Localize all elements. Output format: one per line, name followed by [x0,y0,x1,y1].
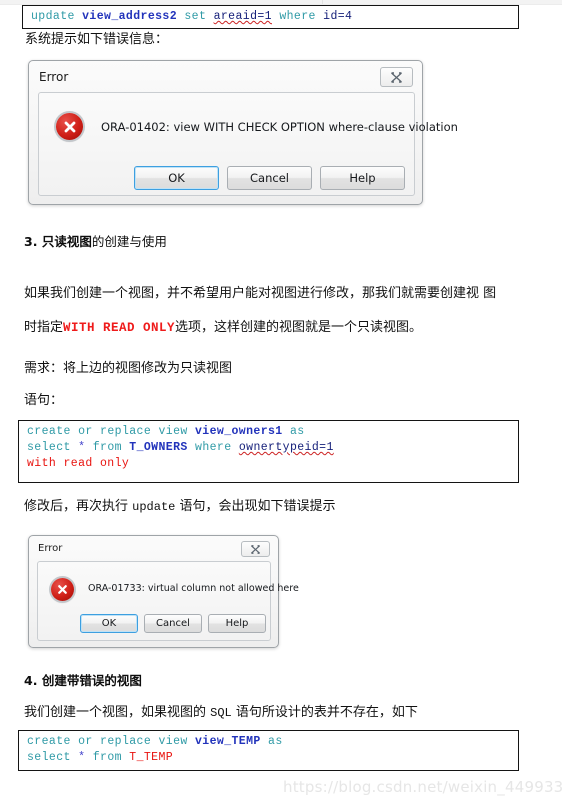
code3-replace: replace [100,735,152,748]
dialog1-ok-button[interactable]: OK [134,166,219,190]
section-3-number: 3. [24,234,38,249]
dialog2-message: ORA-01733: virtual column not allowed he… [88,583,299,594]
error-dialog-1[interactable]: Error ORA-01402: view WITH CHECK OPTION … [28,60,458,205]
code2-replace: replace [100,425,152,438]
code3-view-name: view_TEMP [195,735,261,748]
paragraph-after-modify: 修改后，再次执行 update 语句，会出现如下错误提示 [24,498,336,516]
code3-select: select [27,751,71,764]
code3-from: from [92,751,122,764]
code3-star: * [78,751,86,764]
dialog1-body: ORA-01402: view WITH CHECK OPTION where-… [38,92,458,196]
dialog2-title: Error [38,543,63,554]
paragraph-readonly-line1: 如果我们创建一个视图，并不希望用户能对视图进行修改，那我们就需要创建视 图 [24,286,497,301]
dialog1-cancel-button[interactable]: Cancel [227,166,312,190]
code-token-set: set [184,10,207,23]
paragraph-readonly-line2: 时指定WITH READ ONLY选项，这样创建的视图就是一个只读视图。 [24,319,422,337]
code3-or: or [78,735,93,748]
code3-as: as [268,735,283,748]
section-4-number: 4. [24,673,38,688]
close-x-glyph [391,71,402,83]
after-modify-pre: 修改后，再次执行 [24,499,133,514]
code2-where: where [195,441,232,454]
badview-pre: 我们创建一个视图，如果视图的 [24,705,211,720]
paragraph-requirement: 需求：将上边的视图修改为只读视图 [24,361,233,376]
code2-or: or [78,425,93,438]
dialog2-close-icon[interactable] [241,541,270,557]
section-4-heading: 4. 创建带错误的视图 [24,670,142,689]
after-modify-mono: update [132,500,176,514]
section-3-title-bold: 只读视图 [41,234,92,249]
dialog1-title: Error [39,70,69,84]
after-modify-post: 语句，会出现如下错误提示 [175,499,336,514]
dialog2-body: ORA-01733: virtual column not allowed he… [37,561,299,641]
code-token-update: update [31,10,75,23]
paragraph-badview: 我们创建一个视图，如果视图的 SQL 语句所设计的表并不存在，如下 [24,704,418,722]
code2-select: select [27,441,71,454]
paragraph-error-info: 系统提示如下错误信息： [25,32,169,47]
code3-view: view [158,735,188,748]
document-page: update view_address2 set areaid=1 where … [0,0,562,801]
dialog2-cancel-button[interactable]: Cancel [144,614,202,633]
error-dialog-2[interactable]: Error ORA-01733: virtual column not allo… [28,535,299,648]
code3-create: create [27,735,71,748]
dialog1-help-button[interactable]: Help [320,166,405,190]
error-x-icon [64,121,75,132]
dialog2-ok-button[interactable]: OK [80,614,138,633]
code-block-temp-view: create or replace view view_TEMP as sele… [18,730,519,771]
error-x-icon [58,585,67,594]
readonly-line2-keyword: WITH READ ONLY [63,321,176,335]
label-statement: 语句： [24,393,64,408]
code2-view-name: view_owners1 [195,425,283,438]
dialog1-close-icon[interactable] [380,67,413,87]
dialog1-error-icon [56,113,83,140]
readonly-line2-post: 选项，这样创建的视图就是一个只读视图。 [175,320,423,335]
section-3-title-rest: 的创建与使用 [91,234,167,249]
code2-condition: ownertypeid=1 [238,441,334,454]
code-block-readonly-view: create or replace view view_owners1 as s… [18,420,519,483]
csdn-watermark: https://blog.csdn.net/weixin_44993313 [283,778,562,796]
code2-star: * [78,441,86,454]
close-x-glyph [251,544,260,554]
code2-as: as [289,425,305,438]
code2-from: from [92,441,122,454]
code2-create: create [27,425,71,438]
code-token-areaid-assign: areaid=1 [213,10,272,23]
dialog2-help-button[interactable]: Help [208,614,266,633]
code-token-where: where [279,10,316,23]
badview-post: 语句所设计的表并不存在，如下 [231,705,418,720]
readonly-line2-pre: 时指定 [24,320,64,335]
code-token-id-assign: id=4 [323,10,353,23]
code-block-update: update view_address2 set areaid=1 where … [22,5,519,29]
page-strip-seam [322,0,323,4]
dialog1-message: ORA-01402: view WITH CHECK OPTION where-… [101,120,458,134]
code2-view: view [158,425,188,438]
code-token-view-name: view_address2 [82,10,178,23]
section-4-title: 创建带错误的视图 [41,673,142,688]
badview-mono: SQL [210,706,232,720]
code2-with-read-only: with read only [27,457,130,470]
dialog2-error-icon [51,578,74,601]
code2-table: T_OWNERS [129,441,188,454]
section-3-heading: 3. 只读视图的创建与使用 [24,231,167,250]
code3-table: T_TEMP [129,751,174,764]
